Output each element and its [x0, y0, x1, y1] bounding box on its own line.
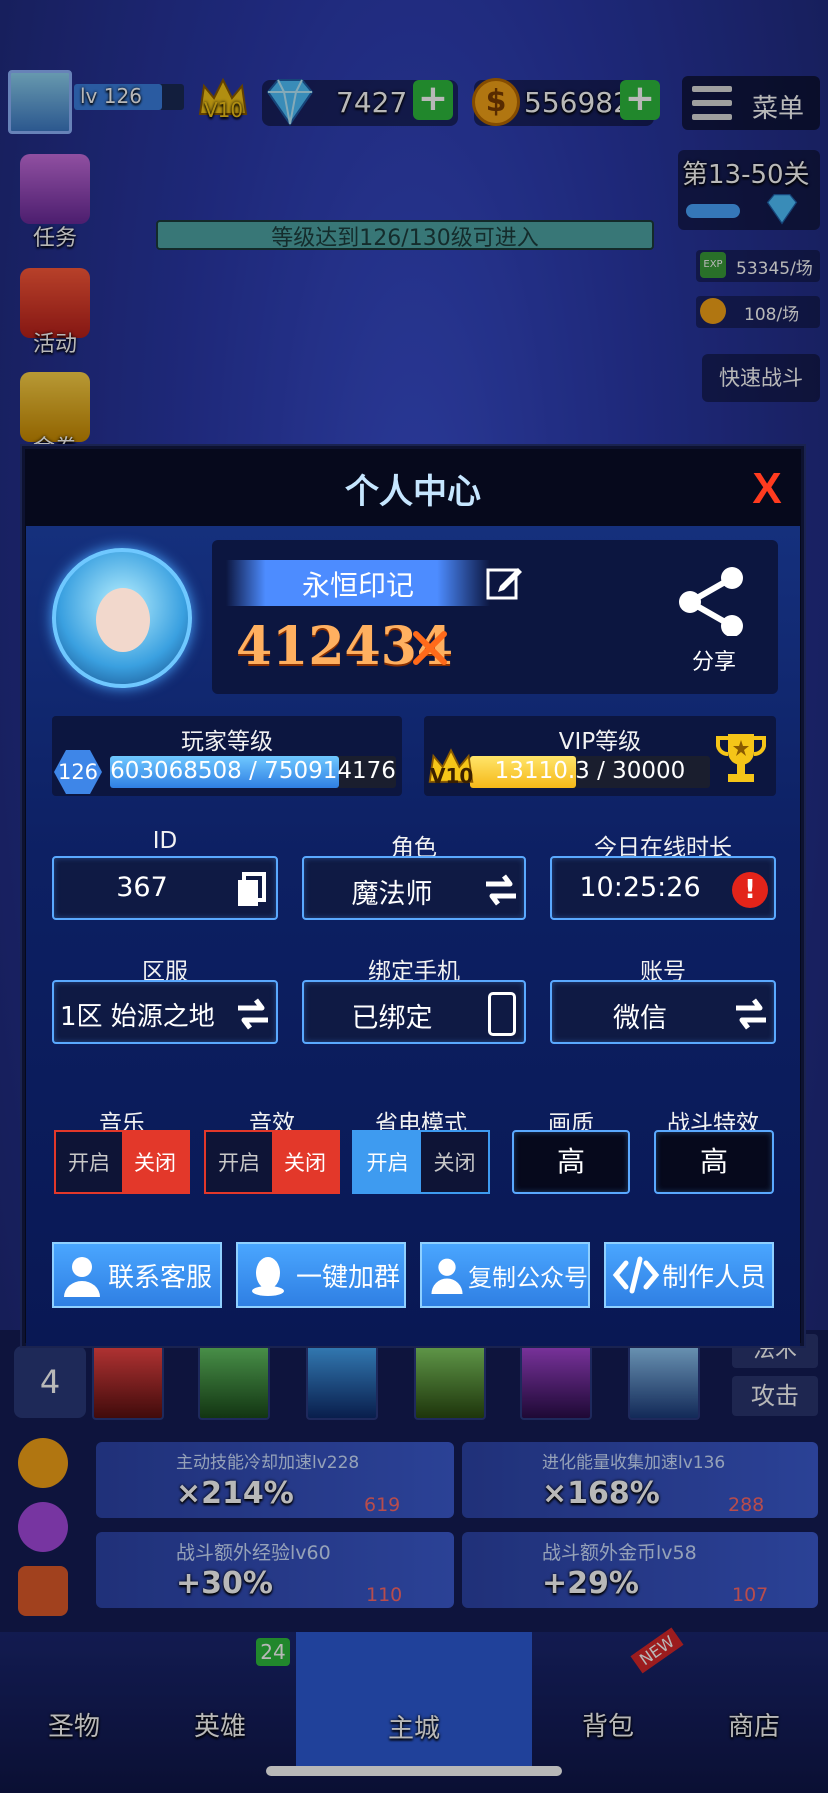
switch-icon[interactable] [482, 872, 520, 908]
role-value: 魔法师 [351, 879, 433, 910]
copy-official-account-label: 复制公众号 [468, 1263, 588, 1292]
phone-icon [488, 992, 516, 1036]
copy-icon[interactable] [234, 870, 270, 910]
player-avatar[interactable] [52, 548, 192, 688]
power-save-off-option[interactable]: 关闭 [421, 1132, 488, 1192]
panel-title: 个人中心 [345, 472, 481, 512]
account-field[interactable]: 微信 [550, 980, 776, 1044]
person-icon [428, 1253, 466, 1297]
server-value: 1区 始源之地 [60, 1002, 215, 1032]
online-time-value: 10:25:26 [579, 872, 701, 903]
sfx-toggle[interactable]: 开启 关闭 [204, 1130, 340, 1194]
player-level-title: 玩家等级 [181, 729, 273, 755]
account-value: 微信 [613, 1003, 667, 1034]
support-agent-icon [60, 1253, 104, 1297]
music-on-option[interactable]: 开启 [56, 1132, 122, 1192]
qq-penguin-icon [246, 1253, 290, 1297]
alert-icon[interactable]: ! [732, 872, 768, 908]
sfx-on-option[interactable]: 开启 [206, 1132, 272, 1192]
copy-official-account-button[interactable]: 复制公众号 [420, 1242, 590, 1308]
phone-field[interactable]: 已绑定 [302, 980, 526, 1044]
role-field[interactable]: 魔法师 [302, 856, 526, 920]
contact-support-button[interactable]: 联系客服 [52, 1242, 222, 1308]
switch-account-icon[interactable] [732, 996, 770, 1032]
join-group-label: 一键加群 [296, 1262, 401, 1293]
crossed-swords-icon [410, 628, 450, 668]
id-label: ID [152, 828, 178, 854]
share-label[interactable]: 分享 [676, 644, 752, 676]
sfx-off-option[interactable]: 关闭 [272, 1132, 338, 1192]
contact-support-label: 联系客服 [108, 1262, 213, 1293]
trophy-icon[interactable] [712, 728, 770, 786]
code-icon [612, 1253, 660, 1297]
player-exp-text: 603068508 / 750914176 [110, 758, 396, 784]
id-value: 367 [116, 872, 168, 903]
phone-value: 已绑定 [351, 1003, 433, 1034]
edit-icon[interactable] [484, 562, 526, 604]
power-save-toggle[interactable]: 开启 关闭 [352, 1130, 490, 1194]
music-toggle[interactable]: 开启 关闭 [54, 1130, 190, 1194]
close-button[interactable]: X [744, 466, 790, 512]
power-save-on-option[interactable]: 开启 [354, 1132, 421, 1192]
avatar-face-icon [96, 588, 150, 652]
vip-exp-text: 13110.3 / 30000 [494, 758, 686, 784]
server-field[interactable]: 1区 始源之地 [52, 980, 278, 1044]
credits-button[interactable]: 制作人员 [604, 1242, 774, 1308]
join-group-button[interactable]: 一键加群 [236, 1242, 406, 1308]
quality-select[interactable]: 高 [512, 1130, 630, 1194]
battle-fx-select[interactable]: 高 [654, 1130, 774, 1194]
vip-level-badge: V10 [430, 764, 474, 788]
credits-label: 制作人员 [662, 1262, 767, 1293]
switch-server-icon[interactable] [234, 996, 272, 1032]
music-off-option[interactable]: 关闭 [122, 1132, 188, 1192]
online-time-field: 10:25:26 ! [550, 856, 776, 920]
nickname: 永恒印记 [301, 569, 414, 602]
share-icon[interactable] [672, 566, 752, 637]
id-field: 367 [52, 856, 278, 920]
